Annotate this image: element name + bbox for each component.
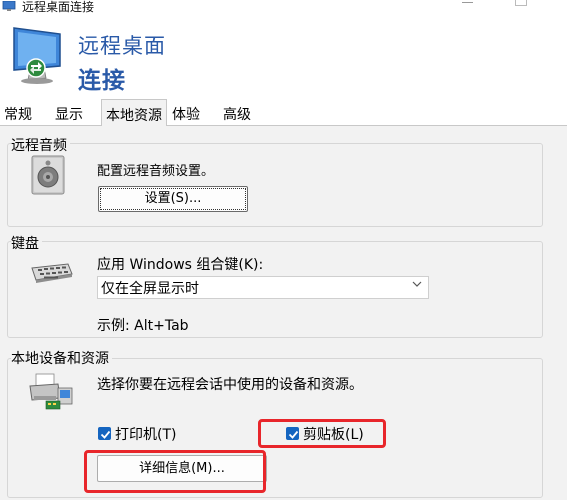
- window-title: 远程桌面连接: [22, 0, 95, 14]
- printer-checkbox[interactable]: [98, 427, 111, 440]
- keyboard-group-title: 键盘: [11, 233, 42, 253]
- clipboard-checkbox[interactable]: [286, 427, 299, 440]
- header: 远程桌面 连接: [0, 16, 567, 98]
- header-title-line2: 连接: [78, 68, 126, 94]
- tab-advanced[interactable]: 高级: [223, 104, 251, 124]
- tab-bar: 常规 显示 本地资源 体验 高级: [0, 98, 567, 126]
- title-bar: 远程桌面连接: [0, 0, 567, 16]
- clipboard-checkbox-label[interactable]: 剪贴板(L): [303, 424, 364, 444]
- devices-description: 选择你要在远程会话中使用的设备和资源。: [97, 377, 363, 393]
- keyboard-icon: [31, 263, 73, 283]
- devices-group-title: 本地设备和资源: [11, 348, 112, 368]
- tab-general[interactable]: 常规: [4, 104, 32, 124]
- tab-local-resources[interactable]: 本地资源: [101, 99, 167, 126]
- local-resources-panel: 远程音频 配置远程音频设置。 设置(S)... 键盘 应用 Windows 组合…: [0, 126, 567, 500]
- details-button[interactable]: 详细信息(M)...: [97, 455, 267, 482]
- audio-group-box: [7, 143, 543, 227]
- remote-desktop-icon: [13, 27, 61, 84]
- audio-group-title: 远程音频: [11, 135, 70, 155]
- audio-settings-button[interactable]: 设置(S)...: [98, 186, 248, 212]
- printer-devices-icon: [29, 373, 73, 410]
- checkmark-icon: [288, 430, 299, 439]
- maximize-icon[interactable]: [505, 0, 535, 14]
- keyboard-example: 示例: Alt+Tab: [97, 318, 189, 334]
- header-title-line1: 远程桌面: [78, 34, 166, 58]
- windows-key-combination-select[interactable]: 仅在全屏显示时: [97, 276, 429, 299]
- select-selected-value: 仅在全屏显示时: [101, 281, 199, 297]
- speaker-icon: [31, 155, 65, 195]
- app-icon: [2, 1, 16, 11]
- keyboard-description: 应用 Windows 组合键(K):: [97, 257, 264, 273]
- minimize-icon[interactable]: [452, 0, 482, 14]
- chevron-down-icon: [412, 281, 422, 287]
- printer-checkbox-label[interactable]: 打印机(T): [115, 424, 176, 444]
- checkmark-icon: [100, 430, 111, 439]
- tab-display[interactable]: 显示: [55, 104, 83, 124]
- tab-experience[interactable]: 体验: [172, 104, 200, 124]
- audio-description: 配置远程音频设置。: [97, 164, 215, 179]
